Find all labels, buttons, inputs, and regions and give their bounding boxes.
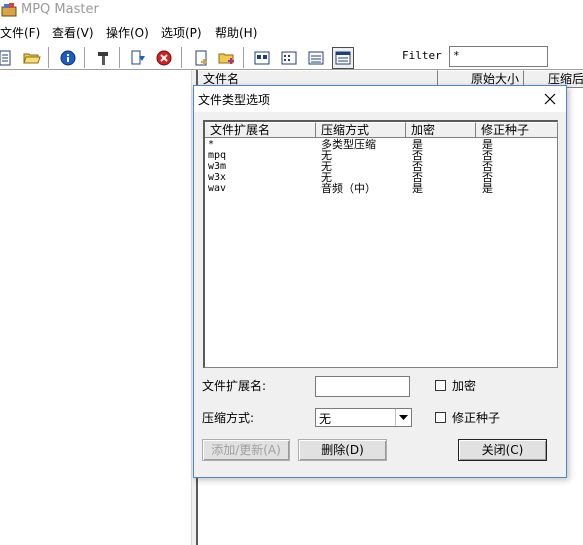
small-icons-icon — [281, 51, 297, 65]
info-button[interactable] — [57, 47, 79, 69]
cell-encrypt: 是 — [412, 182, 423, 195]
extension-input[interactable] — [315, 376, 410, 397]
list-item[interactable]: w3m 无 否 否 — [205, 161, 555, 174]
document-icon — [0, 50, 11, 66]
add-file-button[interactable] — [190, 47, 212, 69]
window-titlebar: MPQ Master — [0, 0, 583, 20]
window-title: MPQ Master — [21, 2, 99, 17]
add-folder-icon — [218, 53, 234, 64]
menu-bar: 文件(F) 查看(V) 操作(O) 选项(P) 帮助(H) — [0, 24, 583, 42]
view-details-button[interactable] — [332, 47, 354, 69]
list-item[interactable]: * 多类型压缩 是 是 — [205, 139, 555, 152]
list-header-fix-seed[interactable]: 修正种子 — [476, 122, 558, 138]
add-update-button[interactable]: 添加/更新(A) — [202, 439, 290, 461]
delete-file-button[interactable] — [153, 47, 175, 69]
cell-fix-seed: 是 — [482, 182, 493, 195]
dialog-close-button[interactable] — [540, 89, 560, 109]
open-archive-button[interactable] — [21, 47, 43, 69]
menu-options[interactable]: 选项(P) — [161, 24, 202, 42]
file-type-options-dialog: 文件类型选项 文件扩展名 压缩方式 加密 修正种子 * 多类型压缩 是 是 mp… — [193, 85, 567, 478]
folder-open-icon — [23, 53, 41, 64]
cell-compression: 音频（中） — [321, 182, 376, 195]
toolbar-separator — [243, 47, 245, 68]
menu-file[interactable]: 文件(F) — [0, 24, 40, 42]
list-header-compression[interactable]: 压缩方式 — [316, 122, 406, 138]
dialog-title: 文件类型选项 — [198, 93, 271, 107]
chevron-down-icon — [399, 414, 408, 420]
delete-button[interactable]: 删除(D) — [298, 439, 387, 461]
tools-button[interactable] — [92, 47, 114, 69]
encrypt-label: 加密 — [452, 379, 477, 393]
compression-label: 压缩方式: — [202, 411, 255, 425]
encrypt-checkbox[interactable] — [435, 380, 446, 391]
toolbar-separator — [84, 47, 86, 68]
list-header-extension[interactable]: 文件扩展名 — [205, 122, 316, 138]
extract-button[interactable] — [127, 47, 149, 69]
extension-label: 文件扩展名: — [202, 379, 267, 393]
view-list-button[interactable] — [305, 47, 327, 69]
delete-icon — [156, 50, 172, 66]
fix-seed-label: 修正种子 — [452, 411, 501, 425]
details-view-icon — [335, 51, 351, 65]
new-archive-button[interactable] — [0, 47, 16, 69]
large-icons-icon — [254, 51, 270, 65]
list-item[interactable]: mpq 无 否 否 — [205, 150, 555, 163]
toolbar-separator — [48, 47, 50, 68]
filter-label: Filter — [402, 49, 442, 62]
toolbar-separator — [119, 47, 121, 68]
filter-input[interactable]: * — [449, 46, 548, 67]
app-icon — [1, 3, 17, 17]
list-view-icon — [308, 51, 324, 65]
add-folder-button[interactable] — [216, 47, 238, 69]
compression-select[interactable]: 无 — [315, 408, 412, 427]
list-header-encrypt[interactable]: 加密 — [406, 122, 476, 138]
menu-view[interactable]: 查看(V) — [52, 24, 94, 42]
toolbar-separator — [181, 47, 183, 68]
view-small-icons-button[interactable] — [278, 47, 300, 69]
compression-select-value: 无 — [319, 412, 332, 426]
file-type-list[interactable]: 文件扩展名 压缩方式 加密 修正种子 * 多类型压缩 是 是 mpq 无 否 否… — [203, 120, 558, 368]
list-item[interactable]: w3x 无 否 否 — [205, 172, 555, 185]
close-button[interactable]: 关闭(C) — [458, 439, 547, 461]
close-icon — [544, 93, 556, 105]
info-icon — [60, 50, 76, 66]
list-item[interactable]: wav 音频（中） 是 是 — [205, 182, 555, 196]
extract-icon — [131, 50, 145, 65]
view-large-icons-button[interactable] — [251, 47, 273, 69]
menu-help[interactable]: 帮助(H) — [215, 24, 257, 42]
dialog-titlebar: 文件类型选项 — [194, 86, 566, 112]
combo-dropdown-button[interactable] — [395, 409, 411, 426]
fix-seed-checkbox[interactable] — [435, 412, 446, 423]
add-file-icon — [195, 50, 207, 66]
hammer-icon — [98, 52, 108, 65]
menu-actions[interactable]: 操作(O) — [106, 24, 149, 42]
cell-extension: wav — [208, 183, 227, 194]
